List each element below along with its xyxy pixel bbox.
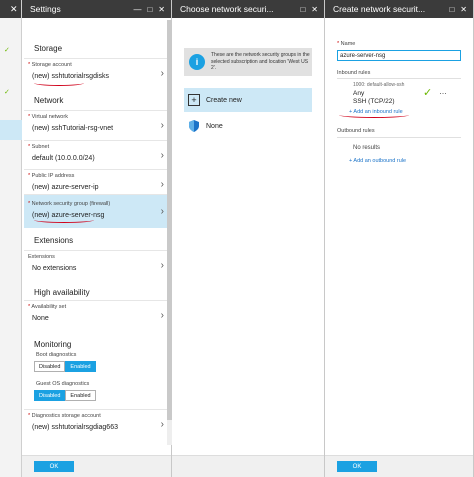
check-icon: ✓	[4, 89, 10, 96]
selected-step[interactable]	[0, 120, 22, 140]
create-header: Create network securit... □ ✕	[325, 0, 473, 18]
extensions-value: No extensions	[32, 265, 77, 272]
choose-nsg-blade: Choose network securi... □ ✕ i These are…	[172, 0, 325, 477]
maximize-icon[interactable]: □	[300, 5, 305, 14]
settings-blade: Settings — □ ✕ Storage * Storage account…	[22, 0, 172, 477]
boot-diagnostics-toggle[interactable]: Disabled Enabled	[34, 361, 96, 372]
none-option[interactable]: None	[184, 114, 312, 138]
chevron-right-icon: ›	[160, 206, 164, 217]
extensions-heading: Extensions	[34, 236, 74, 245]
subnet-field[interactable]: * Subnet default (10.0.0.0/24) ›	[24, 140, 172, 170]
ok-button[interactable]: OK	[337, 461, 377, 472]
check-icon: ✓	[423, 87, 433, 99]
portal-root: ✕ ✓ ✓ Settings — □ ✕ Storage * Storage a…	[0, 0, 474, 477]
diagnostics-storage-label: * Diagnostics storage account	[28, 413, 101, 419]
chevron-right-icon: ›	[160, 419, 164, 430]
annotation-underline	[34, 80, 84, 86]
divider	[337, 137, 461, 138]
maximize-icon[interactable]: □	[147, 5, 152, 14]
create-new-label: Create new	[206, 96, 242, 104]
info-banner: i These are the network security groups …	[184, 48, 312, 76]
virtual-network-label: * Virtual network	[28, 114, 68, 120]
storage-heading: Storage	[34, 44, 63, 53]
guest-diagnostics-label: Guest OS diagnostics	[36, 381, 90, 387]
extensions-field[interactable]: Extensions No extensions ›	[24, 250, 172, 280]
no-results-text: No results	[353, 145, 381, 151]
subnet-value: default (10.0.0.0/24)	[32, 155, 95, 162]
monitoring-heading: Monitoring	[34, 340, 72, 349]
guest-diag-enabled[interactable]: Enabled	[65, 390, 96, 401]
availability-set-field[interactable]: * Availability set None ›	[24, 300, 172, 330]
annotation-underline	[339, 112, 409, 118]
close-icon[interactable]: ✕	[311, 5, 318, 14]
boot-diag-enabled[interactable]: Enabled	[65, 361, 96, 372]
create-nsg-blade: Create network securit... □ ✕ * Name azu…	[325, 0, 474, 477]
chevron-right-icon: ›	[160, 150, 164, 161]
close-icon[interactable]: ✕	[158, 5, 165, 14]
settings-title: Settings	[30, 4, 61, 14]
more-options-icon[interactable]: …	[439, 87, 447, 96]
network-heading: Network	[34, 96, 64, 105]
availability-set-value: None	[32, 315, 49, 322]
previous-blade: ✕ ✓ ✓	[0, 0, 22, 477]
minimize-icon[interactable]: —	[133, 5, 141, 14]
close-icon[interactable]: ✕	[10, 4, 18, 15]
add-outbound-rule-link[interactable]: + Add an outbound rule	[349, 158, 406, 164]
choose-title: Choose network securi...	[180, 4, 274, 14]
create-footer: OK	[325, 455, 473, 477]
inbound-rule-name: 1000: default-allow-ssh	[353, 82, 405, 88]
inbound-rules-label: Inbound rules	[337, 70, 371, 76]
inbound-rule-source: Any	[353, 90, 365, 97]
name-label: * Name	[337, 41, 356, 47]
settings-header: Settings — □ ✕	[22, 0, 171, 18]
create-title: Create network securit...	[333, 4, 426, 14]
nsg-field[interactable]: * Network security group (firewall) (new…	[24, 194, 172, 228]
ok-button[interactable]: OK	[34, 461, 74, 472]
inbound-rule-port: SSH (TCP/22)	[353, 98, 395, 105]
settings-footer: OK	[22, 455, 171, 477]
choose-footer	[172, 455, 324, 477]
info-text: These are the network security groups in…	[211, 52, 310, 72]
chevron-right-icon: ›	[160, 179, 164, 190]
subnet-label: * Subnet	[28, 144, 50, 150]
virtual-network-field[interactable]: * Virtual network (new) sshTutorial-rsg-…	[24, 110, 172, 140]
diagnostics-storage-value: (new) sshtutorialrsgdiag663	[32, 424, 118, 431]
boot-diagnostics-label: Boot diagnostics	[36, 352, 77, 358]
info-icon: i	[189, 54, 205, 70]
choose-header: Choose network securi... □ ✕	[172, 0, 324, 18]
divider	[337, 78, 461, 79]
annotation-underline	[34, 217, 94, 223]
guest-diag-disabled[interactable]: Disabled	[34, 390, 66, 401]
chevron-right-icon: ›	[160, 260, 164, 271]
outbound-rules-label: Outbound rules	[337, 128, 375, 134]
shield-icon	[189, 120, 199, 132]
guest-diagnostics-toggle[interactable]: Disabled Enabled	[34, 390, 96, 401]
public-ip-label: * Public IP address	[28, 173, 75, 179]
plus-icon: +	[188, 94, 200, 106]
name-input[interactable]: azure-server-nsg	[337, 50, 461, 61]
nsg-label: * Network security group (firewall)	[28, 201, 111, 207]
chevron-right-icon: ›	[160, 310, 164, 321]
chevron-right-icon: ›	[160, 120, 164, 131]
virtual-network-value: (new) sshTutorial-rsg-vnet	[32, 125, 114, 132]
availability-set-label: * Availability set	[28, 304, 67, 310]
none-label: None	[206, 122, 223, 130]
diagnostics-storage-field[interactable]: * Diagnostics storage account (new) ssht…	[24, 409, 172, 439]
extensions-label: Extensions	[28, 254, 55, 260]
storage-account-label: * Storage account	[28, 62, 72, 68]
check-icon: ✓	[4, 47, 10, 54]
boot-diag-disabled[interactable]: Disabled	[34, 361, 66, 372]
close-icon[interactable]: ✕	[460, 5, 467, 14]
high-availability-heading: High availability	[34, 288, 90, 297]
maximize-icon[interactable]: □	[449, 5, 454, 14]
chevron-right-icon: ›	[160, 68, 164, 79]
storage-account-value: (new) sshtutorialrsgdisks	[32, 73, 110, 80]
public-ip-value: (new) azure-server-ip	[32, 184, 99, 191]
create-new-option[interactable]: + Create new	[184, 88, 312, 112]
